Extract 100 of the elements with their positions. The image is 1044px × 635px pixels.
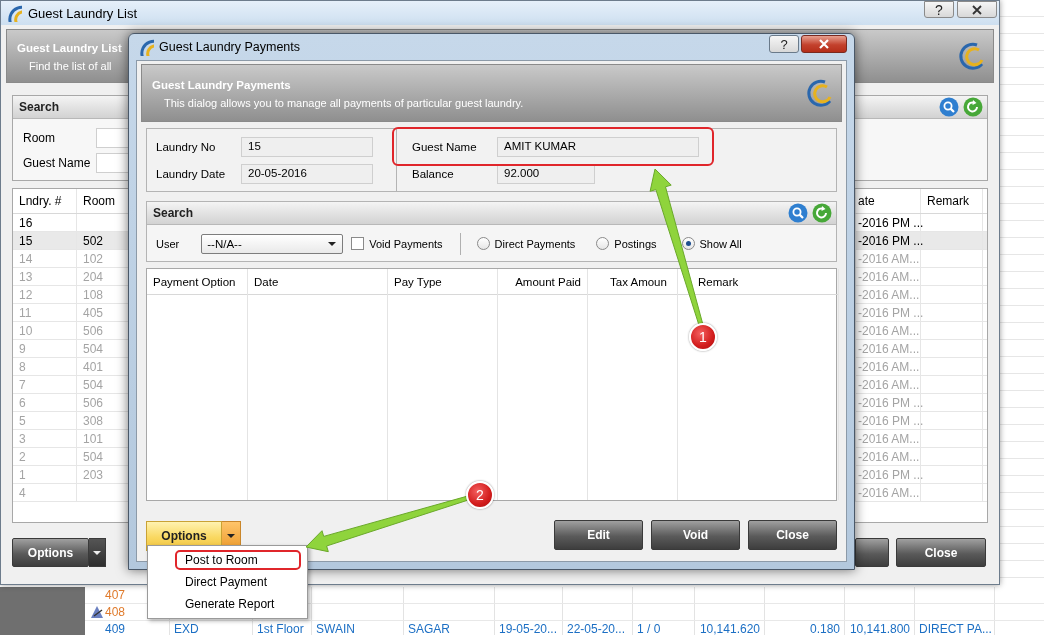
refresh-icon[interactable] [812, 203, 832, 223]
table-cell: 0.180 [809, 622, 840, 635]
table-cell: 102 [83, 251, 104, 266]
table-cell: 10,141.800 [849, 622, 910, 635]
input-field[interactable]: 92.000 [497, 163, 595, 184]
table-cell: EXD [174, 622, 199, 635]
refresh-icon[interactable] [963, 97, 983, 117]
table-cell: -2016 AM... [858, 341, 920, 356]
table-cell: 12 [19, 287, 33, 302]
header-title: Guest Laundry List [17, 41, 122, 54]
checkbox[interactable] [351, 237, 365, 250]
field-label: Balance [412, 167, 455, 180]
table-cell: 16 [19, 215, 33, 230]
field-label: Guest Name [23, 155, 92, 170]
table-cell: 504 [83, 377, 104, 392]
search-icon[interactable] [939, 97, 959, 117]
button[interactable] [855, 538, 889, 567]
table-cell: 10 [19, 323, 33, 338]
close-icon[interactable] [971, 3, 983, 16]
column-header[interactable]: ate [858, 194, 875, 208]
table-cell: DIRECT PA... [919, 622, 992, 635]
radio-label[interactable]: Direct Payments [494, 237, 576, 250]
caret-icon[interactable] [328, 241, 337, 246]
input-field[interactable]: AMIT KUMAR [497, 136, 699, 157]
column-header[interactable]: Remark [927, 194, 969, 208]
table-cell: 14 [19, 251, 33, 266]
help-button[interactable]: ? [769, 35, 799, 53]
search-icon[interactable] [788, 203, 808, 223]
header-subtitle: This dialog allows you to manage all payments of particular guest laundry. [164, 96, 524, 109]
field-label: Laundry No [156, 140, 217, 153]
table-cell: -2016 PM ... [858, 395, 924, 410]
table-cell: 108 [83, 287, 104, 302]
window-title: Guest Laundry List [28, 5, 138, 21]
menu-item[interactable]: Post to Room [175, 550, 301, 570]
dialog-button[interactable]: Void [651, 520, 740, 550]
table-cell: SWAIN [316, 622, 355, 635]
table-cell: 6 [19, 395, 26, 410]
table-cell: 408 [105, 604, 126, 620]
table-cell: 506 [83, 395, 104, 410]
table-cell: 11 [19, 305, 32, 320]
table-cell: -2016 AM... [858, 431, 920, 446]
caret-icon[interactable] [227, 533, 235, 538]
dialog-button[interactable]: Edit [554, 520, 643, 550]
panel-title: Search [153, 206, 194, 220]
table-cell: SAGAR [408, 622, 450, 635]
table-cell: 101 [83, 431, 104, 446]
input-field[interactable]: 20-05-2016 [241, 163, 373, 184]
dropdown-button[interactable] [89, 538, 106, 567]
column-header[interactable]: Payment Option [153, 275, 236, 288]
table-cell: 19-05-20... [499, 622, 558, 635]
column-header[interactable]: Remark [698, 275, 739, 288]
close-button[interactable] [957, 1, 997, 18]
table-cell: 504 [83, 449, 104, 464]
options-button[interactable]: Options [12, 538, 89, 567]
table-cell: 409 [105, 621, 126, 635]
table-cell: -2016 AM... [858, 269, 920, 284]
table-cell: 504 [83, 341, 104, 356]
table-cell: 7 [19, 377, 26, 392]
column-header[interactable]: Tax Amoun [610, 275, 667, 288]
field-label: Room [23, 130, 56, 145]
column-header[interactable]: Pay Type [394, 275, 442, 288]
header-title: Guest Laundry Payments [152, 78, 291, 91]
column-header[interactable]: Amount Paid [515, 275, 581, 288]
table-cell: 506 [83, 323, 104, 338]
close-button[interactable]: Close [896, 538, 986, 567]
table-row[interactable]: 409 EXD 1st Floor SWAIN SAGAR 19-05-20... 22-05-20... 1 / 0 10,141.620 0.180 10,141.800 DIRECT PA... [85, 621, 1044, 635]
header-subtitle: Find the list of all [29, 59, 112, 72]
column-header[interactable]: Lndry. # [19, 194, 62, 208]
table-cell: -2016 PM ... [858, 305, 924, 320]
table-cell: 1st Floor [257, 622, 304, 635]
table-cell: -2016 AM... [858, 449, 920, 464]
table-cell: 5 [19, 413, 26, 428]
table-cell: -2016 PM ... [858, 467, 924, 482]
radio-button[interactable] [476, 237, 490, 250]
table-cell: 2 [19, 449, 26, 464]
help-button[interactable]: ? [924, 1, 954, 18]
user-dropdown[interactable]: --N/A-- [201, 233, 344, 254]
window-title: Guest Laundry Payments [159, 40, 301, 54]
table-cell: -2016 AM... [858, 359, 920, 374]
radio-button[interactable] [596, 237, 610, 250]
input-field[interactable]: 15 [241, 136, 373, 157]
table-cell: 8 [19, 359, 26, 374]
column-header[interactable]: Room [83, 194, 115, 208]
table-cell: 3 [19, 431, 26, 446]
table-cell: -2016 AM... [858, 287, 920, 302]
table-cell: 401 [83, 359, 104, 374]
caret-icon[interactable] [93, 550, 101, 555]
table-cell: -2016 AM... [858, 485, 920, 500]
radio-label[interactable]: Show All [699, 237, 742, 250]
table-cell: 203 [83, 467, 104, 482]
field-label: Guest Name [412, 140, 478, 153]
table-cell: -2016 AM... [858, 377, 920, 392]
table-cell: -2016 PM ... [858, 215, 924, 230]
radio-label[interactable]: Postings [614, 237, 657, 250]
close-button[interactable] [801, 35, 847, 53]
table-cell: 308 [83, 413, 104, 428]
column-header[interactable]: Date [254, 275, 279, 288]
radio-button[interactable] [681, 237, 695, 250]
dialog-button[interactable]: Close [748, 520, 837, 550]
checkbox-label[interactable]: Void Payments [369, 237, 443, 250]
